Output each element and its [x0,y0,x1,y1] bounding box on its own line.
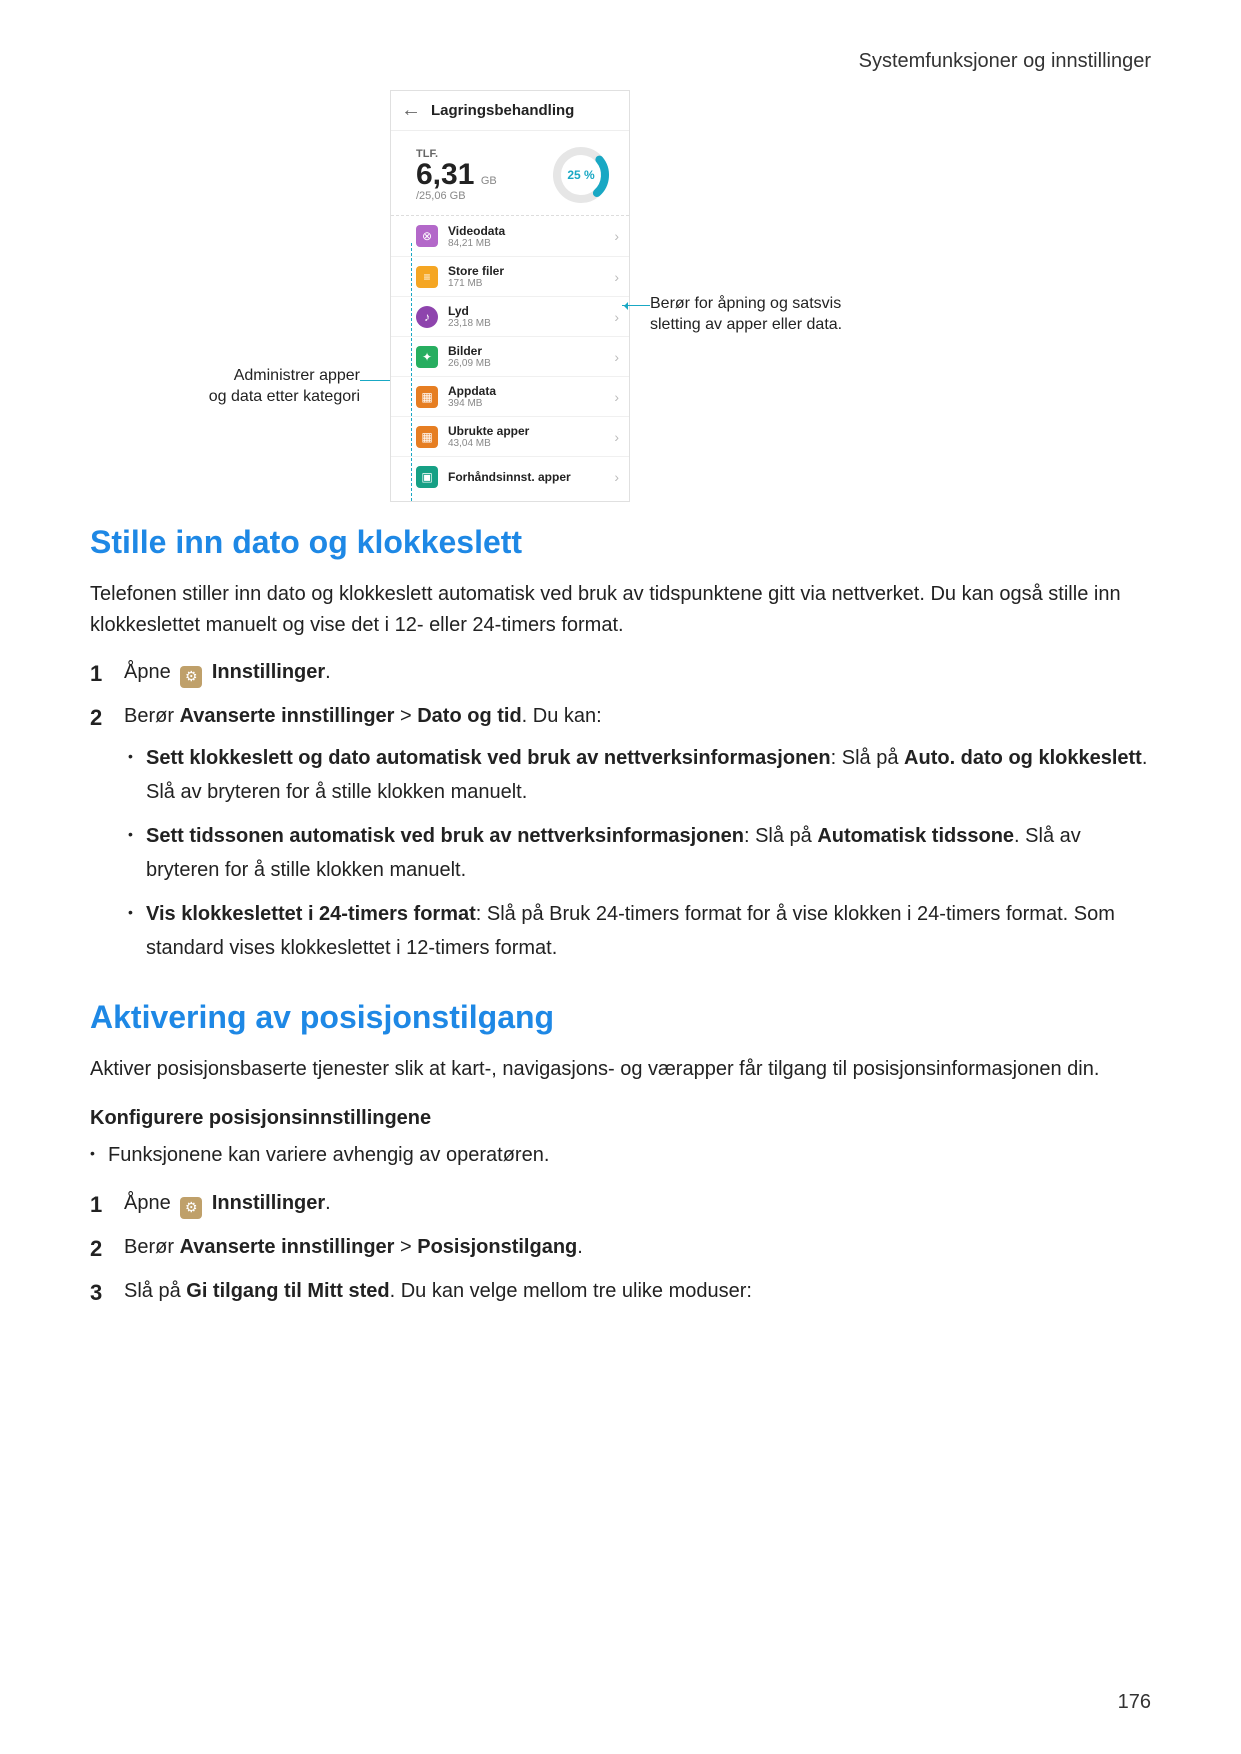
category-size: 23,18 MB [448,318,614,329]
s2-step2-c: > [394,1236,417,1258]
label-delete-line2: sletting av apper eller data. [650,316,842,333]
files-icon: ≡ [416,266,438,288]
s1-bullet1: Sett klokkeslett og dato automatisk ved … [124,741,1151,809]
s1-bullet3: Vis klokkeslettet i 24-timers format: Sl… [124,897,1151,965]
category-name: Ubrukte apper [448,424,614,438]
category-name: Forhåndsinnst. apper [448,470,614,484]
audio-icon: ♪ [416,306,438,328]
chevron-right-icon: › [614,269,619,285]
category-size: 394 MB [448,398,614,409]
page-number: 176 [1118,1691,1151,1714]
label-manage-line1: Administrer apper [234,367,360,384]
s1-step2-d: Dato og tid [417,705,521,727]
storage-category-row[interactable]: ♪ Lyd23,18 MB› [391,296,629,336]
s2-step1-b: Innstillinger [212,1192,325,1214]
label-manage: Administrer apper og data etter kategori [90,366,360,408]
s2-step3-b: Gi tilgang til Mitt sted [186,1280,389,1302]
label-delete: Berør for åpning og satsvis sletting av … [650,294,910,336]
category-size: 171 MB [448,278,614,289]
storage-donut: 25 % [551,145,611,205]
chevron-right-icon: › [614,309,619,325]
section1-intro: Telefonen stiller inn dato og klokkeslet… [90,579,1151,641]
storage-used: 6,31 [416,158,474,191]
s2-step2-d: Posisjonstilgang [417,1236,577,1258]
img-icon: ✦ [416,346,438,368]
storage-percent: 25 % [567,168,594,182]
s2-step2: Berør Avanserte innstillinger > Posisjon… [90,1230,1151,1264]
s1-b1-c: Auto. dato og klokkeslett [904,747,1142,769]
s1-step2-e: . Du kan: [522,705,602,727]
chevron-right-icon: › [614,349,619,365]
video-icon: ⊗ [416,225,438,247]
label-manage-line2: og data etter kategori [209,388,360,405]
storage-diagram: Administrer apper og data etter kategori… [90,90,1151,490]
s2-step1: Åpne ⚙ Innstillinger. [90,1186,1151,1220]
s1-step1-c: . [325,661,331,683]
unused-icon: ▦ [416,426,438,448]
s1-step1-a: Åpne [124,661,176,683]
s1-b3-a: Vis klokkeslettet i 24-timers format [146,903,476,925]
section2-note: Funksjonene kan variere avhengig av oper… [90,1138,1151,1172]
s2-step2-b: Avanserte innstillinger [180,1236,395,1258]
storage-category-row[interactable]: ⊗ Videodata84,21 MB› [391,216,629,256]
storage-category-row[interactable]: ✦ Bilder26,09 MB› [391,336,629,376]
pre-icon: ▣ [416,466,438,488]
label-delete-line1: Berør for åpning og satsvis [650,295,841,312]
s1-b2-c: Automatisk tidssone [817,825,1014,847]
s1-step1: Åpne ⚙ Innstillinger. [90,655,1151,689]
s2-step3-c: . Du kan velge mellom tre ulike moduser: [390,1280,752,1302]
app-icon: ▦ [416,386,438,408]
category-name: Videodata [448,224,614,238]
s1-bullet2: Sett tidssonen automatisk ved bruk av ne… [124,819,1151,887]
settings-icon: ⚙ [180,1197,202,1219]
header-section: Systemfunksjoner og innstillinger [859,50,1151,73]
s2-step2-a: Berør [124,1236,180,1258]
s1-b2-a: Sett tidssonen automatisk ved bruk av ne… [146,825,744,847]
s1-step2-b: Avanserte innstillinger [180,705,395,727]
section2-title: Aktivering av posisjonstilgang [90,999,1151,1036]
s1-step2-a: Berør [124,705,180,727]
chevron-right-icon: › [614,228,619,244]
storage-category-row[interactable]: ▦ Appdata394 MB› [391,376,629,416]
category-name: Lyd [448,304,614,318]
chevron-right-icon: › [614,389,619,405]
s1-step1-b: Innstillinger [212,661,325,683]
s1-b1-a: Sett klokkeslett og dato automatisk ved … [146,747,831,769]
s2-step1-a: Åpne [124,1192,176,1214]
chevron-right-icon: › [614,429,619,445]
s2-step3-a: Slå på [124,1280,186,1302]
storage-category-row[interactable]: ≡ Store filer171 MB› [391,256,629,296]
category-name: Store filer [448,264,614,278]
settings-icon: ⚙ [180,666,202,688]
callout-arrow-right [630,306,650,307]
s1-b2-b: : Slå på [744,825,817,847]
section1-title: Stille inn dato og klokkeslett [90,524,1151,561]
s1-step2-c: > [394,705,417,727]
category-name: Bilder [448,344,614,358]
chevron-right-icon: › [614,469,619,485]
s2-step1-c: . [325,1192,331,1214]
s1-b1-b: : Slå på [831,747,904,769]
s1-step2: Berør Avanserte innstillinger > Dato og … [90,699,1151,965]
category-size: 26,09 MB [448,358,614,369]
section2-subhead: Konfigurere posisjonsinnstillingene [90,1107,1151,1130]
section2-intro: Aktiver posisjonsbaserte tjenester slik … [90,1054,1151,1085]
category-size: 43,04 MB [448,438,614,449]
storage-category-row[interactable]: ▣ Forhåndsinnst. apper› [391,456,629,496]
category-size: 84,21 MB [448,238,614,249]
storage-category-row[interactable]: ▦ Ubrukte apper43,04 MB› [391,416,629,456]
back-icon[interactable]: ← [401,99,421,122]
storage-total: /25,06 GB [416,190,497,202]
s2-step3: Slå på Gi tilgang til Mitt sted. Du kan … [90,1274,1151,1308]
phone-title: Lagringsbehandling [431,102,574,119]
s2-step2-e: . [577,1236,583,1258]
phone-screenshot: ← Lagringsbehandling TLF. 6,31 GB /25,06… [390,90,630,502]
storage-unit: GB [481,175,497,187]
category-name: Appdata [448,384,614,398]
